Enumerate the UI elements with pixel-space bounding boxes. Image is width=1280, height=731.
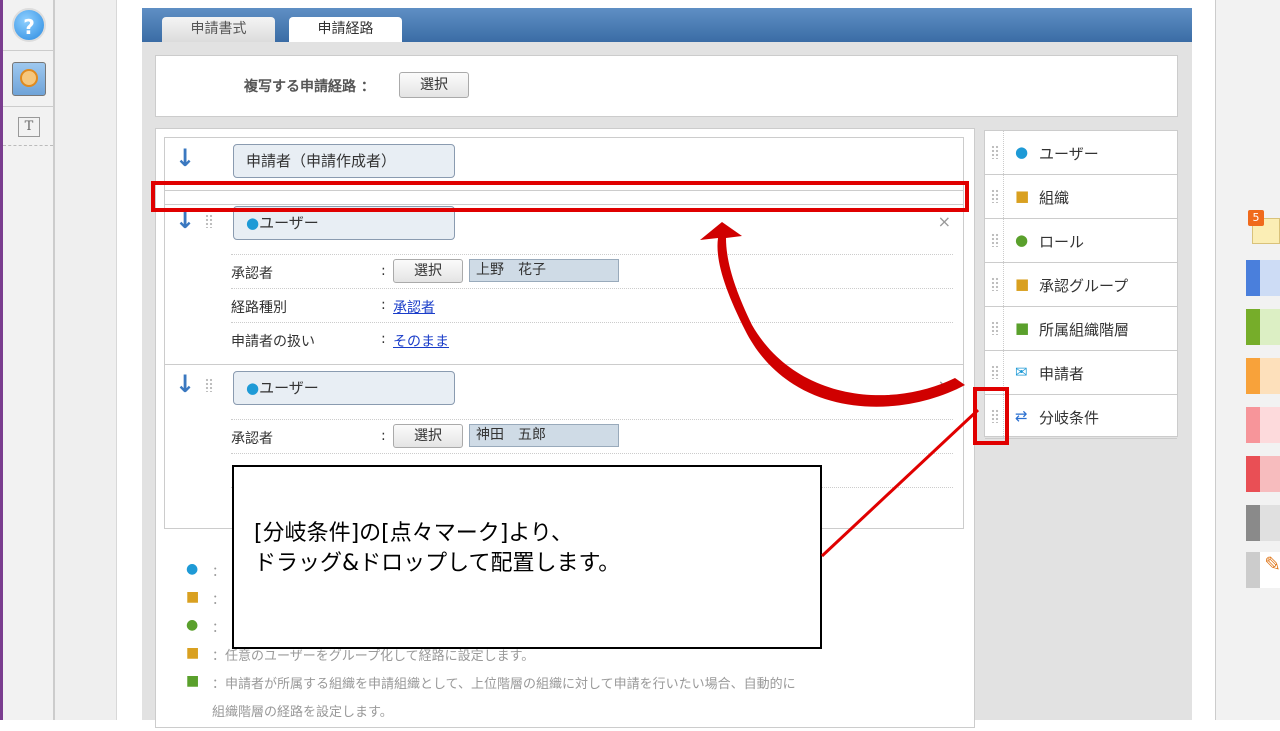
palette-item-approval-group[interactable]: ■ 承認グループ xyxy=(985,263,1177,307)
route-element-palette: ● ユーザー ■ 組織 ● ロール ■ 承認グループ ■ 所属組織階層 ✉ 申請者 ⇄ 分岐条件 xyxy=(984,130,1178,439)
drag-handle[interactable] xyxy=(205,214,213,228)
remove-step-button[interactable]: × xyxy=(938,376,951,395)
memo-badge: 5 xyxy=(1248,210,1264,226)
tab-approval-route[interactable]: 申請経路 xyxy=(289,17,402,42)
drag-handle[interactable] xyxy=(205,378,213,392)
drag-handle[interactable] xyxy=(991,277,999,291)
approver-row: 承認者: 選択 上野 花子 xyxy=(231,254,953,288)
approval-group-icon: ■ xyxy=(186,645,200,661)
palette-item-org-hierarchy[interactable]: ■ 所属組織階層 xyxy=(985,307,1177,351)
down-arrow-icon: ↓ xyxy=(175,370,196,398)
right-toolbar: 5 ✎ xyxy=(1215,0,1280,720)
palette-item-organization[interactable]: ■ 組織 xyxy=(985,175,1177,219)
drag-handle[interactable] xyxy=(991,321,999,335)
organization-icon: ■ xyxy=(186,589,200,605)
pencil-icon[interactable]: ✎ xyxy=(1246,552,1280,588)
route-type-link[interactable]: 承認者 xyxy=(393,297,435,317)
user-icon: ● xyxy=(246,379,260,397)
palette-item-applicant[interactable]: ✉ 申請者 xyxy=(985,351,1177,395)
color-swatch[interactable] xyxy=(1246,407,1280,443)
drag-handle[interactable] xyxy=(991,409,999,423)
route-type-row: 経路種別: 承認者 xyxy=(231,288,953,322)
memo-icon[interactable]: 5 xyxy=(1248,210,1280,246)
color-swatch[interactable] xyxy=(1246,309,1280,345)
organization-icon: ■ xyxy=(1015,187,1030,205)
remove-step-button[interactable]: × xyxy=(938,212,951,231)
applicant-handling-row: 申請者の扱い: そのまま xyxy=(231,322,953,356)
copy-route-section: 複写する申請経路 ： 選択 xyxy=(155,55,1178,117)
palette-item-user[interactable]: ● ユーザー xyxy=(985,131,1177,175)
copy-route-label: 複写する申請経路 ： xyxy=(244,79,375,95)
color-swatch[interactable] xyxy=(1246,505,1280,541)
user-node[interactable]: ●ユーザー xyxy=(233,206,455,240)
branch-icon: ⇄ xyxy=(1015,407,1028,425)
org-hierarchy-icon: ■ xyxy=(186,673,200,689)
drag-handle[interactable] xyxy=(991,145,999,159)
drag-handle[interactable] xyxy=(991,365,999,379)
tab-form-format[interactable]: 申請書式 xyxy=(162,17,275,42)
down-arrow-icon: ↓ xyxy=(175,206,196,234)
gutter xyxy=(55,0,117,720)
drag-handle[interactable] xyxy=(991,233,999,247)
user-icon: ● xyxy=(1015,143,1029,161)
user-node[interactable]: ●ユーザー xyxy=(233,371,455,405)
user-icon: ● xyxy=(186,561,199,577)
user-icon: ● xyxy=(246,214,260,232)
color-swatch[interactable] xyxy=(1246,456,1280,492)
palette-item-role[interactable]: ● ロール xyxy=(985,219,1177,263)
support-operator-icon[interactable] xyxy=(12,62,46,96)
approver-row: 承認者: 選択 神田 五郎 xyxy=(231,419,953,453)
color-swatch[interactable] xyxy=(1246,260,1280,296)
applicant-icon: ✉ xyxy=(1015,363,1028,381)
approver-select-button[interactable]: 選択 xyxy=(393,259,463,283)
down-arrow-icon: ↓ xyxy=(175,144,196,172)
palette-item-branch[interactable]: ⇄ 分岐条件 xyxy=(985,395,1177,439)
text-icon[interactable]: T xyxy=(18,117,40,137)
annotation-callout: [分岐条件]の[点々マーク]より、 ドラッグ&ドロップして配置します。 xyxy=(232,465,822,649)
applicant-node: 申請者（申請作成者） xyxy=(233,144,455,178)
org-hierarchy-icon: ■ xyxy=(1015,319,1030,337)
approval-group-icon: ■ xyxy=(1015,275,1030,293)
color-swatch[interactable] xyxy=(1246,358,1280,394)
left-toolbar: ? T xyxy=(0,0,55,720)
applicant-handling-link[interactable]: そのまま xyxy=(393,331,449,351)
role-icon: ● xyxy=(186,617,199,633)
approver-name: 上野 花子 xyxy=(469,259,619,282)
approver-select-button[interactable]: 選択 xyxy=(393,424,463,448)
drag-handle[interactable] xyxy=(991,189,999,203)
copy-route-select-button[interactable]: 選択 xyxy=(399,72,469,98)
tab-bar: 申請書式 申請経路 xyxy=(142,8,1192,42)
role-icon: ● xyxy=(1015,231,1029,249)
help-icon[interactable]: ? xyxy=(12,8,46,42)
approver-name: 神田 五郎 xyxy=(469,424,619,447)
